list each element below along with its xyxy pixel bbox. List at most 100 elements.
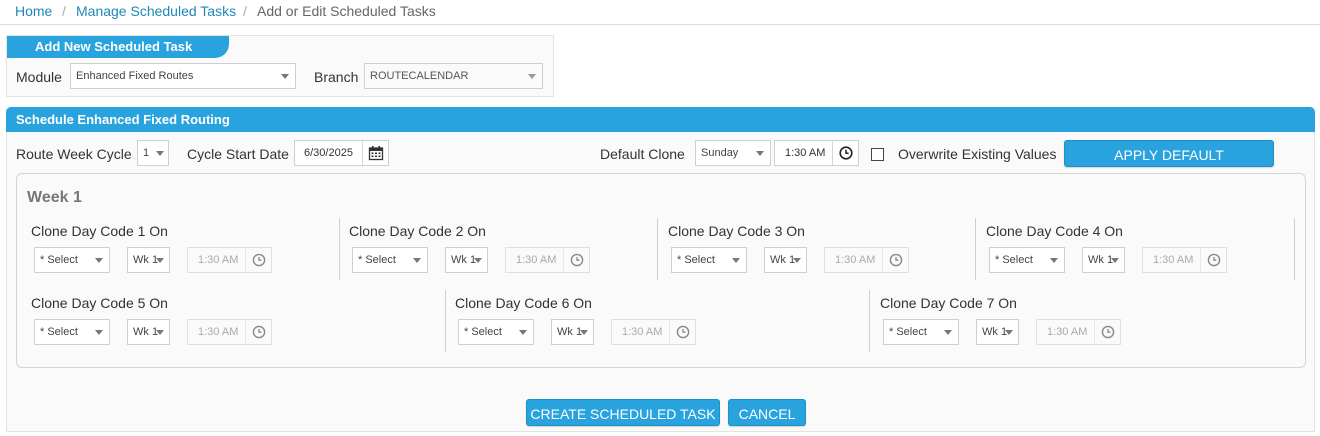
clone-day-value: * Select xyxy=(677,254,715,266)
module-value: Enhanced Fixed Routes xyxy=(76,70,194,82)
clone-week-select[interactable]: Wk 1 xyxy=(445,247,488,273)
route-week-cycle-value: 1 xyxy=(143,147,150,159)
clock-icon[interactable] xyxy=(245,320,271,344)
clone-day-label: Clone Day Code 2 On xyxy=(349,223,486,239)
clone-week-select[interactable]: Wk 1 xyxy=(551,319,594,345)
breadcrumb-manage-link[interactable]: Manage Scheduled Tasks xyxy=(76,3,236,19)
clone-week-value: Wk 1 xyxy=(770,254,796,266)
clone-time-value: 1:30 AM xyxy=(622,326,663,338)
overwrite-label: Overwrite Existing Values xyxy=(898,146,1057,162)
clone-week-select[interactable]: Wk 1 xyxy=(127,319,170,345)
chevron-down-icon xyxy=(156,330,164,335)
cycle-start-label: Cycle Start Date xyxy=(187,146,289,162)
schedule-title: Schedule Enhanced Fixed Routing xyxy=(16,112,230,127)
clone-week-value: Wk 1 xyxy=(1088,254,1114,266)
breadcrumb-home-link[interactable]: Home xyxy=(15,3,52,19)
chevron-down-icon xyxy=(944,330,952,335)
divider xyxy=(869,290,870,352)
clone-day-select[interactable]: * Select xyxy=(34,319,110,345)
clone-time-input[interactable]: 1:30 AM xyxy=(505,247,590,273)
create-scheduled-task-button[interactable]: CREATE SCHEDULED TASK xyxy=(526,399,720,426)
clone-time-input[interactable]: 1:30 AM xyxy=(824,247,909,273)
clone-time-value: 1:30 AM xyxy=(835,254,876,266)
clone-time-input[interactable]: 1:30 AM xyxy=(1036,319,1121,345)
default-clone-time-value: 1:30 AM xyxy=(785,147,826,159)
chevron-down-icon xyxy=(1111,258,1119,263)
clone-week-select[interactable]: Wk 1 xyxy=(764,247,807,273)
overwrite-checkbox[interactable] xyxy=(871,148,884,161)
clone-time-value: 1:30 AM xyxy=(1153,254,1194,266)
clone-time-value: 1:30 AM xyxy=(198,254,239,266)
apply-default-button[interactable]: APPLY DEFAULT xyxy=(1064,140,1274,167)
chevron-down-icon xyxy=(793,258,801,263)
clone-week-value: Wk 1 xyxy=(133,254,159,266)
clock-icon[interactable] xyxy=(882,248,908,272)
calendar-icon[interactable] xyxy=(362,141,388,165)
clone-week-select[interactable]: Wk 1 xyxy=(1082,247,1125,273)
clock-icon[interactable] xyxy=(1200,248,1226,272)
branch-select[interactable]: ROUTECALENDAR xyxy=(364,63,543,89)
chevron-down-icon xyxy=(1005,330,1013,335)
clone-time-value: 1:30 AM xyxy=(198,326,239,338)
default-clone-label: Default Clone xyxy=(600,146,685,162)
clone-week-value: Wk 1 xyxy=(557,326,583,338)
module-label: Module xyxy=(16,69,62,85)
chevron-down-icon xyxy=(413,258,421,263)
clone-day-select[interactable]: * Select xyxy=(671,247,747,273)
clone-day-label: Clone Day Code 3 On xyxy=(668,223,805,239)
chevron-down-icon xyxy=(756,151,764,156)
branch-label: Branch xyxy=(314,69,359,85)
clone-week-value: Wk 1 xyxy=(451,254,477,266)
chevron-down-icon xyxy=(156,151,164,156)
chevron-down-icon xyxy=(156,258,164,263)
chevron-down-icon xyxy=(519,330,527,335)
chevron-down-icon xyxy=(528,74,536,79)
chevron-down-icon xyxy=(580,330,588,335)
divider xyxy=(445,290,446,352)
clone-day-label: Clone Day Code 1 On xyxy=(31,223,168,239)
chevron-down-icon xyxy=(281,74,289,79)
add-task-title: Add New Scheduled Task xyxy=(35,39,193,54)
add-task-header: Add New Scheduled Task xyxy=(7,36,229,58)
clone-day-select[interactable]: * Select xyxy=(352,247,428,273)
branch-value: ROUTECALENDAR xyxy=(370,70,469,82)
clone-day-select[interactable]: * Select xyxy=(883,319,959,345)
clone-day-label: Clone Day Code 4 On xyxy=(986,223,1123,239)
breadcrumb-separator: / xyxy=(243,3,247,19)
cancel-label: CANCEL xyxy=(738,406,796,422)
clone-day-select[interactable]: * Select xyxy=(989,247,1065,273)
cycle-start-value: 6/30/2025 xyxy=(304,147,353,159)
route-week-cycle-label: Route Week Cycle xyxy=(16,146,132,162)
clone-day-select[interactable]: * Select xyxy=(34,247,110,273)
clone-time-value: 1:30 AM xyxy=(1047,326,1088,338)
chevron-down-icon xyxy=(95,330,103,335)
clone-day-value: * Select xyxy=(464,326,502,338)
clock-icon[interactable] xyxy=(669,320,695,344)
clone-time-value: 1:30 AM xyxy=(516,254,557,266)
clone-time-input[interactable]: 1:30 AM xyxy=(187,319,272,345)
cancel-button[interactable]: CANCEL xyxy=(728,399,806,426)
clone-week-select[interactable]: Wk 1 xyxy=(976,319,1019,345)
clone-week-value: Wk 1 xyxy=(982,326,1008,338)
module-select[interactable]: Enhanced Fixed Routes xyxy=(70,63,296,89)
clone-day-label: Clone Day Code 5 On xyxy=(31,295,168,311)
route-week-cycle-select[interactable]: 1 xyxy=(137,140,169,166)
clone-day-value: * Select xyxy=(40,326,78,338)
cycle-start-date-input[interactable]: 6/30/2025 xyxy=(294,140,389,166)
divider xyxy=(1294,218,1295,280)
clock-icon[interactable] xyxy=(832,141,858,165)
default-clone-day-select[interactable]: Sunday xyxy=(695,140,771,166)
clone-time-input[interactable]: 1:30 AM xyxy=(611,319,696,345)
clone-week-value: Wk 1 xyxy=(133,326,159,338)
clock-icon[interactable] xyxy=(1094,320,1120,344)
clone-week-select[interactable]: Wk 1 xyxy=(127,247,170,273)
clone-time-input[interactable]: 1:30 AM xyxy=(1142,247,1227,273)
default-clone-time-input[interactable]: 1:30 AM xyxy=(774,140,859,166)
breadcrumb: Home / Manage Scheduled Tasks / Add or E… xyxy=(0,0,1320,25)
divider xyxy=(339,218,340,280)
apply-default-label: APPLY DEFAULT xyxy=(1114,147,1224,163)
clone-time-input[interactable]: 1:30 AM xyxy=(187,247,272,273)
clock-icon[interactable] xyxy=(245,248,271,272)
clock-icon[interactable] xyxy=(563,248,589,272)
clone-day-select[interactable]: * Select xyxy=(458,319,534,345)
